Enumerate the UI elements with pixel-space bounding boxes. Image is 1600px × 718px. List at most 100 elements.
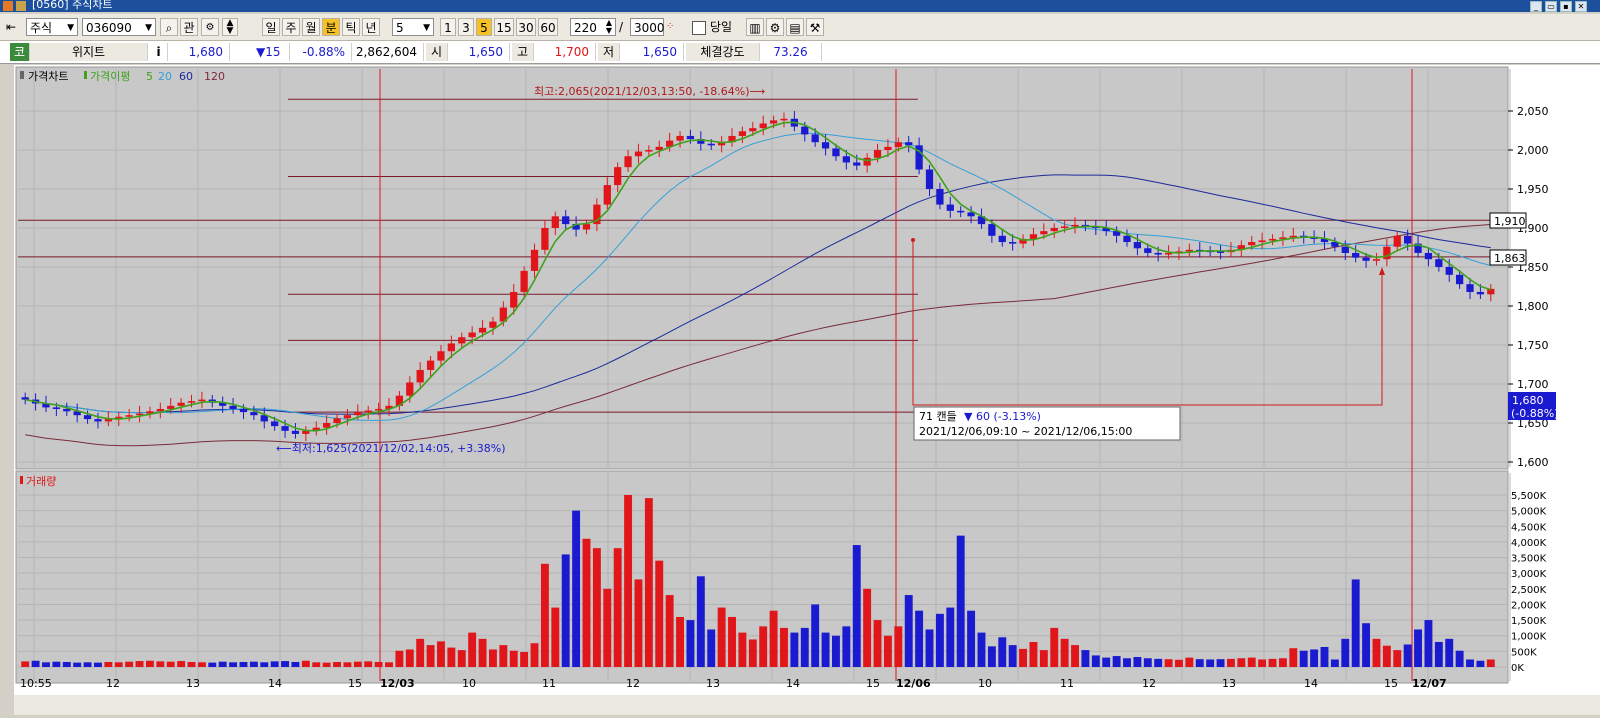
- candle-body: [1268, 238, 1277, 241]
- candle-body: [250, 412, 258, 416]
- watchlist-button[interactable]: 관: [180, 18, 198, 36]
- interval-30-button[interactable]: 30: [516, 18, 536, 36]
- volume-bar: [73, 662, 82, 667]
- pin-icon[interactable]: ▪: [1560, 1, 1572, 12]
- volume-bar: [229, 662, 238, 667]
- same-day-checkbox[interactable]: [692, 21, 706, 35]
- options-icon[interactable]: ⁘: [666, 18, 680, 36]
- volume-bar: [1299, 650, 1308, 667]
- code-input[interactable]: 036090 ▼: [82, 18, 156, 36]
- candle-body: [614, 167, 622, 186]
- volume-bar: [499, 645, 508, 667]
- interval-select[interactable]: 5 ▼: [392, 18, 434, 36]
- restore-icon[interactable]: ▭: [1545, 1, 1557, 12]
- volume-bar: [582, 538, 591, 667]
- interval-60-button[interactable]: 60: [538, 18, 558, 36]
- volume-bar: [1175, 659, 1183, 667]
- volume-bar: [31, 660, 40, 667]
- volume-bar: [540, 563, 549, 667]
- interval-15-button[interactable]: 15: [494, 18, 514, 36]
- price-volume-chart[interactable]: 2,0502,0001,9501,9001,8501,8001,7501,700…: [14, 65, 1600, 715]
- volume-bar: [644, 498, 653, 667]
- candle-body: [1435, 259, 1443, 267]
- volume-bar: [145, 660, 154, 667]
- candle-body: [1133, 242, 1142, 249]
- candle-body: [426, 360, 435, 370]
- volume-bar: [1455, 650, 1464, 667]
- candle-body: [1476, 291, 1485, 295]
- candle-body: [1071, 224, 1079, 227]
- volume-bar: [312, 662, 321, 667]
- volume-bar: [1247, 657, 1256, 667]
- close-icon[interactable]: ✕: [1575, 1, 1587, 12]
- stock-code-tag: 코: [10, 43, 30, 61]
- settings-gear-icon[interactable]: ⚙: [201, 18, 219, 36]
- interval-5-button[interactable]: 5: [476, 18, 492, 36]
- volume-bar: [281, 661, 290, 667]
- period-year-button[interactable]: 년: [362, 18, 380, 36]
- volume-bar: [904, 595, 913, 667]
- period-month-button[interactable]: 월: [302, 18, 320, 36]
- search-button[interactable]: ⌕: [160, 18, 178, 36]
- candle-body: [707, 143, 715, 146]
- count-input[interactable]: 220 ▲ ▼: [570, 18, 616, 36]
- volume-tick-label: 4,500K: [1511, 522, 1547, 533]
- chart-scrollbar[interactable]: [14, 695, 1600, 715]
- count-separator: /: [619, 20, 624, 34]
- chart-area[interactable]: 2,050 2,000 1,950 1,900 1,850 1,800 1,750 1,700…: [14, 65, 1600, 715]
- info-icon[interactable]: i: [150, 43, 168, 61]
- candle-body: [551, 216, 559, 228]
- stock-name[interactable]: 위지트: [30, 43, 148, 61]
- save-icon[interactable]: ▤: [786, 18, 804, 36]
- interval-1-button[interactable]: 1: [440, 18, 456, 36]
- volume-bar: [592, 548, 601, 667]
- candle-body: [634, 151, 643, 157]
- volume-bar: [811, 604, 820, 667]
- tools-icon[interactable]: ⚒: [806, 18, 824, 36]
- legend-marker: [20, 71, 24, 79]
- candle-body: [562, 216, 570, 225]
- period-tick-button[interactable]: 틱: [342, 18, 360, 36]
- candle-body: [333, 418, 341, 423]
- indicator-settings-icon[interactable]: ⚙: [766, 18, 784, 36]
- volume-bar: [1071, 645, 1079, 667]
- trade-volume: 2,862,604: [352, 43, 424, 61]
- volume-bar: [1154, 658, 1163, 667]
- tooltip-range: 2021/12/06,09:10 ~ 2021/12/06,15:00: [919, 425, 1132, 438]
- current-price-tag-pct: (-0.88%): [1511, 407, 1559, 420]
- time-tick-label: 14: [268, 677, 282, 690]
- volume-bar: [1226, 658, 1235, 667]
- candle-body: [343, 415, 352, 419]
- volume-bar: [1019, 648, 1028, 667]
- period-minute-button[interactable]: 분: [322, 18, 340, 36]
- time-tick-label: 12: [1142, 677, 1156, 690]
- volume-bar: [83, 662, 92, 667]
- updown-stepper-icon[interactable]: ▲ ▼: [222, 18, 238, 36]
- period-week-button[interactable]: 주: [282, 18, 300, 36]
- candle-body: [1050, 228, 1058, 232]
- market-select[interactable]: 주식 ▼: [26, 18, 78, 36]
- volume-bar: [1143, 658, 1152, 667]
- menu-icon[interactable]: [16, 1, 26, 11]
- legend-marker: [84, 71, 87, 79]
- candle-body: [1144, 248, 1152, 253]
- time-tick-label: 12: [106, 677, 120, 690]
- volume-bar: [676, 616, 684, 667]
- period-day-button[interactable]: 일: [262, 18, 280, 36]
- chart-type-icon[interactable]: ▥: [746, 18, 764, 36]
- volume-bar: [1216, 659, 1225, 667]
- candle-body: [645, 150, 653, 152]
- volume-bar: [343, 662, 352, 667]
- minimize-icon[interactable]: _: [1530, 1, 1542, 12]
- high-annotation: 최고:2,065(2021/12/03,13:50, -18.64%)⟶: [534, 85, 766, 98]
- time-tick-label: 11: [1060, 677, 1074, 690]
- volume-bar: [655, 560, 664, 667]
- collapse-arrow-icon[interactable]: ⇤: [6, 18, 24, 36]
- level-tag-1863-text: 1,863: [1494, 252, 1526, 265]
- time-tick-label: 15: [866, 677, 880, 690]
- volume-bar: [42, 662, 50, 667]
- candle-body: [936, 189, 944, 205]
- candle-body: [1341, 246, 1349, 253]
- total-count-input[interactable]: 3000: [630, 18, 665, 36]
- interval-3-button[interactable]: 3: [458, 18, 474, 36]
